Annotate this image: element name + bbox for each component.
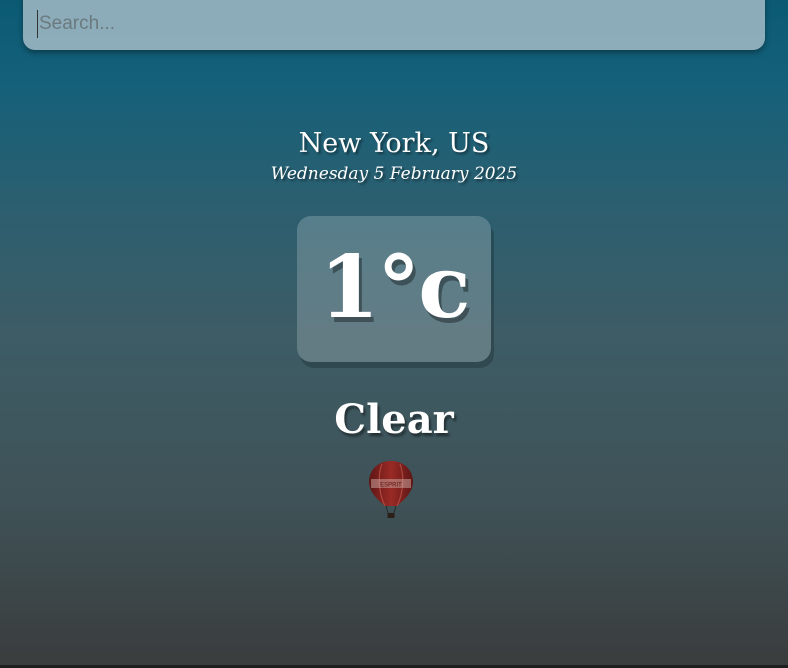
search-input[interactable] (37, 10, 739, 38)
hot-air-balloon-image: ESPRIT (369, 461, 413, 518)
temperature-value: 1°c (319, 237, 470, 338)
location-name: New York, US (298, 128, 490, 159)
balloon-lettering: ESPRIT (380, 483, 402, 489)
search-bar (23, 0, 765, 50)
temperature-card: 1°c (297, 216, 491, 362)
weather-condition: Clear (334, 396, 454, 443)
current-date: Wednesday 5 February 2025 (270, 164, 518, 184)
